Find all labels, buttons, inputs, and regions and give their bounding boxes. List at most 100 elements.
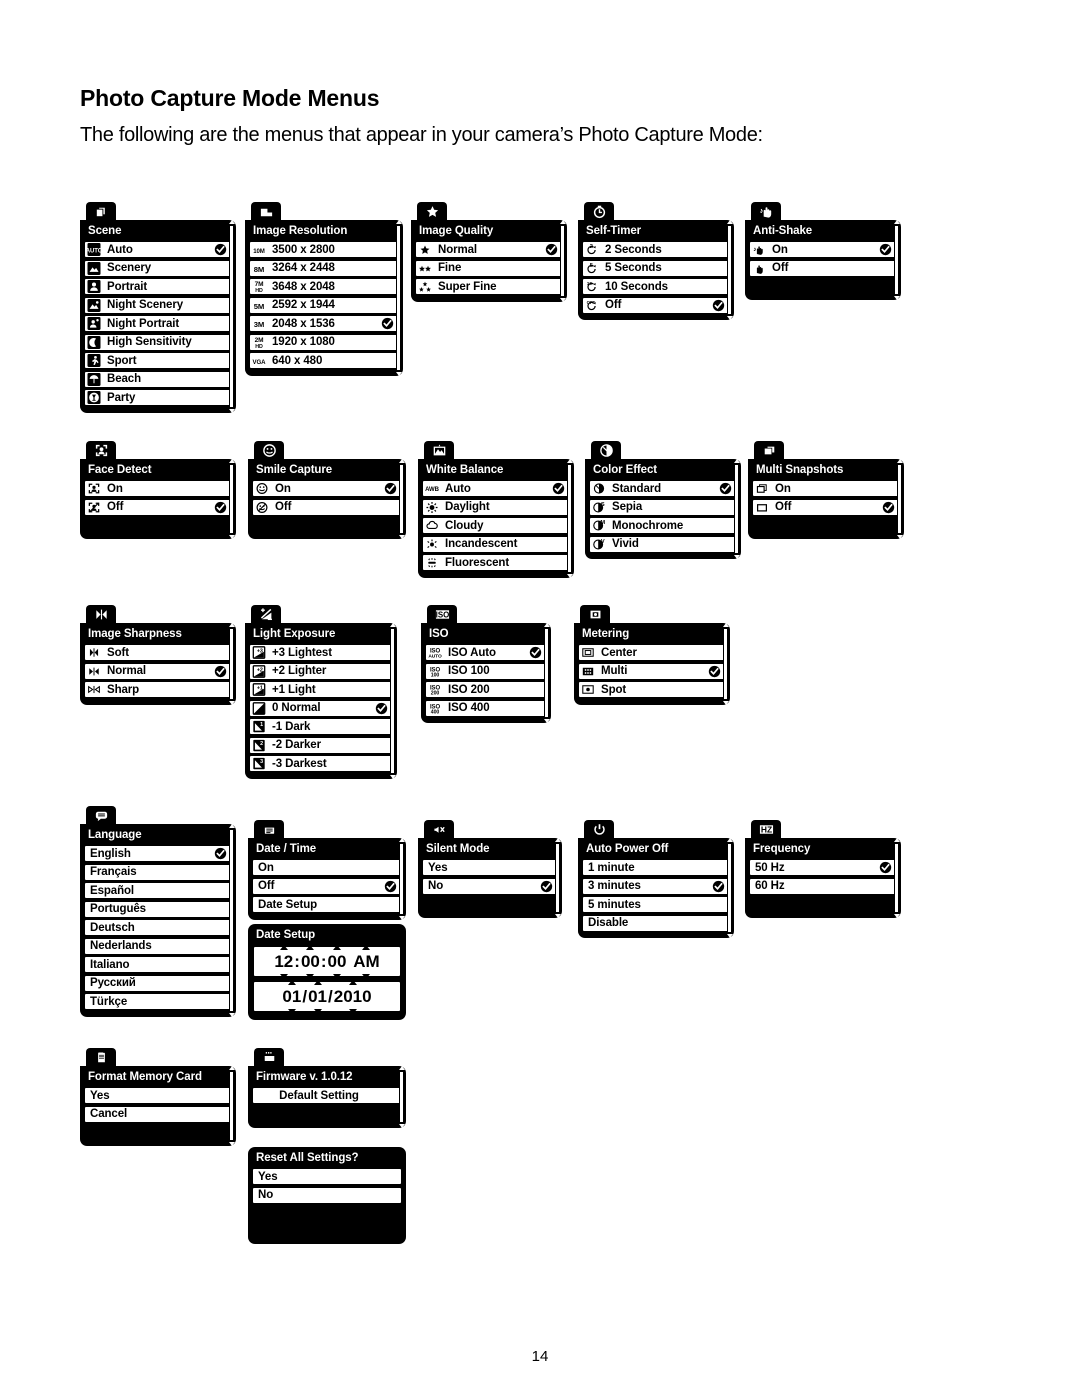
tab-multi-snapshots[interactable] bbox=[754, 441, 784, 460]
menu-item[interactable]: Español bbox=[84, 882, 232, 899]
scroll-up-arrow[interactable] bbox=[395, 220, 402, 224]
scroll-track[interactable] bbox=[229, 1071, 234, 1141]
menu-item[interactable]: On bbox=[252, 480, 402, 497]
scrollbar[interactable] bbox=[726, 220, 733, 320]
scrollbar[interactable] bbox=[893, 220, 900, 300]
scrollbar[interactable] bbox=[228, 623, 235, 705]
scroll-up-arrow[interactable] bbox=[733, 459, 740, 463]
menu-item[interactable]: Italiano bbox=[84, 956, 232, 973]
tab-firmware[interactable] bbox=[254, 1048, 284, 1067]
scroll-track[interactable] bbox=[544, 628, 549, 718]
scroll-up-arrow[interactable] bbox=[896, 459, 903, 463]
scroll-down-arrow[interactable] bbox=[228, 535, 235, 539]
tab-image-sharpness[interactable] bbox=[86, 605, 116, 624]
scroll-up-arrow[interactable] bbox=[722, 623, 729, 627]
menu-item[interactable]: On bbox=[749, 241, 897, 258]
menu-item[interactable]: Türkçe bbox=[84, 993, 232, 1010]
menu-item[interactable]: 0 Normal bbox=[249, 699, 393, 717]
menu-item[interactable]: 5M 2592 x 1944 bbox=[249, 296, 399, 314]
menu-item[interactable]: 7M HD 3648 x 2048 bbox=[249, 278, 399, 295]
menu-item[interactable]: Off bbox=[252, 498, 402, 516]
menu-item[interactable]: ISO 100 ISO 100 bbox=[425, 662, 547, 680]
menu-item[interactable]: 1 minute bbox=[582, 859, 730, 876]
scroll-up-arrow[interactable] bbox=[726, 220, 733, 224]
menu-item[interactable]: 50 Hz bbox=[749, 859, 897, 876]
scrollbar[interactable] bbox=[726, 838, 733, 938]
menu-item[interactable]: ISO AUTO ISO Auto bbox=[425, 644, 547, 661]
date-setup-time-row[interactable]: 12:00:00 AM bbox=[252, 944, 402, 979]
menu-item[interactable]: AWB Auto bbox=[422, 480, 570, 497]
scroll-track[interactable] bbox=[229, 464, 234, 534]
menu-item[interactable]: 60 Hz bbox=[749, 877, 897, 895]
scroll-up-arrow[interactable] bbox=[398, 1066, 405, 1070]
scroll-track[interactable] bbox=[229, 628, 234, 700]
tab-metering[interactable] bbox=[580, 605, 610, 624]
menu-item[interactable]: +1 +1 Light bbox=[249, 681, 393, 698]
scrollbar[interactable] bbox=[398, 1066, 405, 1128]
menu-item[interactable]: 3 -3 Darkest bbox=[249, 755, 393, 772]
menu-item[interactable]: Yes bbox=[422, 859, 558, 876]
scroll-down-arrow[interactable] bbox=[893, 296, 900, 300]
menu-item[interactable]: +3 +3 Lightest bbox=[249, 644, 393, 661]
menu-item[interactable]: Off bbox=[252, 877, 402, 895]
scrollbar[interactable] bbox=[228, 1066, 235, 1146]
menu-item[interactable]: ISO 400 ISO 400 bbox=[425, 699, 547, 717]
scroll-track[interactable] bbox=[723, 628, 728, 700]
menu-item[interactable]: Normal bbox=[415, 241, 563, 258]
tab-anti-shake[interactable] bbox=[751, 202, 781, 221]
menu-item[interactable]: Português bbox=[84, 900, 232, 918]
menu-item[interactable]: Deutsch bbox=[84, 919, 232, 936]
menu-item[interactable]: Soft bbox=[84, 644, 232, 661]
scrollbar[interactable] bbox=[228, 459, 235, 539]
scroll-up-arrow[interactable] bbox=[228, 623, 235, 627]
scroll-down-arrow[interactable] bbox=[398, 915, 405, 920]
scroll-down-arrow[interactable] bbox=[554, 914, 561, 918]
scroll-track[interactable] bbox=[734, 464, 739, 554]
menu-item[interactable]: Off bbox=[752, 498, 900, 516]
tab-light-exposure[interactable] bbox=[251, 605, 281, 624]
scroll-track[interactable] bbox=[390, 628, 395, 774]
scrollbar[interactable] bbox=[896, 459, 903, 539]
scroll-track[interactable] bbox=[399, 464, 404, 534]
menu-item[interactable]: 2M HD 1920 x 1080 bbox=[249, 333, 399, 351]
scroll-up-arrow[interactable] bbox=[398, 459, 405, 463]
menu-item[interactable]: Sport bbox=[84, 352, 232, 369]
menu-item[interactable]: Multi bbox=[578, 662, 726, 680]
menu-item[interactable]: 8M 3264 x 2448 bbox=[249, 259, 399, 277]
menu-item[interactable]: Off bbox=[84, 498, 232, 516]
tab-iso[interactable]: ISO bbox=[427, 605, 457, 624]
menu-item[interactable]: Fluorescent bbox=[422, 554, 570, 571]
scroll-track[interactable] bbox=[555, 843, 560, 913]
scroll-track[interactable] bbox=[727, 843, 732, 933]
menu-item[interactable]: 3M 2048 x 1536 bbox=[249, 315, 399, 332]
scroll-up-arrow[interactable] bbox=[726, 838, 733, 842]
scroll-up-arrow[interactable] bbox=[228, 824, 235, 828]
menu-item[interactable]: On bbox=[252, 859, 402, 876]
menu-item[interactable]: Disable bbox=[582, 914, 730, 932]
menu-item[interactable]: On bbox=[752, 480, 900, 497]
tab-format-memory-card[interactable] bbox=[86, 1048, 116, 1067]
scroll-down-arrow[interactable] bbox=[559, 297, 566, 302]
scroll-down-arrow[interactable] bbox=[896, 535, 903, 539]
menu-item[interactable]: 10M 3500 x 2800 bbox=[249, 241, 399, 258]
scroll-down-arrow[interactable] bbox=[726, 316, 733, 320]
scroll-track[interactable] bbox=[894, 225, 899, 295]
hour-spinner[interactable]: 12 bbox=[273, 944, 294, 979]
menu-item[interactable]: No bbox=[252, 1186, 402, 1204]
menu-item[interactable]: 5 5 Seconds bbox=[582, 259, 730, 277]
menu-item[interactable]: Scenery bbox=[84, 259, 232, 277]
tab-image-resolution[interactable] bbox=[251, 202, 281, 221]
tab-smile-capture[interactable] bbox=[254, 441, 284, 460]
scroll-down-arrow[interactable] bbox=[566, 573, 573, 578]
scrollbar[interactable] bbox=[389, 623, 396, 779]
scroll-down-arrow[interactable] bbox=[228, 1142, 235, 1146]
scrollbar[interactable] bbox=[228, 824, 235, 1017]
menu-item[interactable]: Standard bbox=[589, 480, 737, 497]
scroll-track[interactable] bbox=[229, 225, 234, 408]
scroll-up-arrow[interactable] bbox=[228, 459, 235, 463]
menu-item[interactable]: Date Setup bbox=[252, 896, 402, 913]
menu-item[interactable]: AUTO Auto bbox=[84, 241, 232, 258]
month-spinner[interactable]: 01 bbox=[281, 979, 302, 1014]
tab-silent-mode[interactable] bbox=[424, 820, 454, 839]
menu-item[interactable]: Cloudy bbox=[422, 517, 570, 534]
